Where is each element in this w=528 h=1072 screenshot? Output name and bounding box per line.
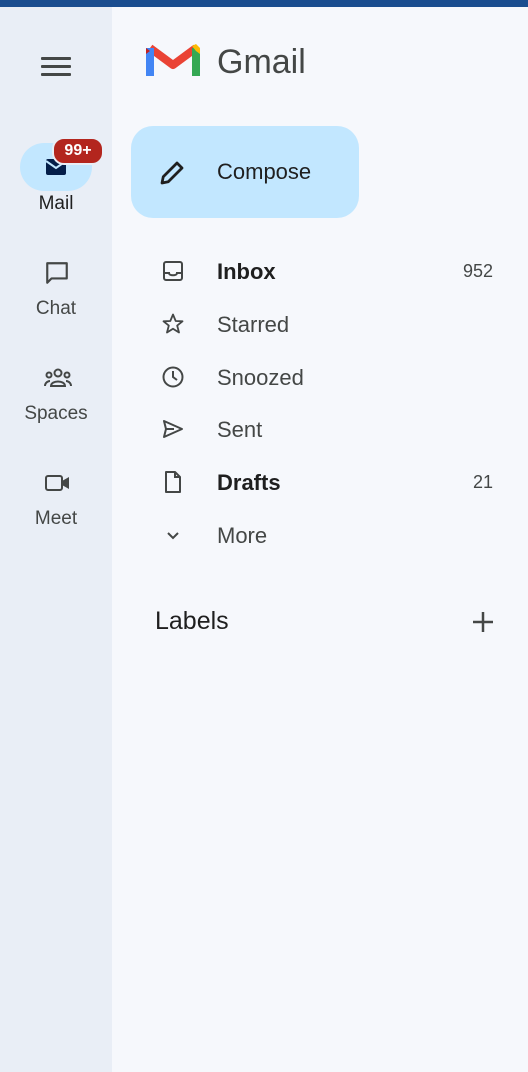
- nav-item-snoozed[interactable]: Snoozed: [131, 353, 511, 401]
- app-name: Gmail: [217, 43, 306, 81]
- nav-item-label: Inbox: [217, 259, 276, 284]
- spaces-icon: [44, 368, 72, 387]
- inbox-icon: [163, 261, 183, 281]
- main-menu-button[interactable]: [36, 51, 76, 83]
- rail-item-label: Chat: [35, 298, 77, 319]
- nav-item-label: Drafts: [217, 470, 281, 495]
- app-rail: 99+ Mail Chat Spaces Meet: [0, 7, 112, 1072]
- plus-icon: [473, 612, 493, 632]
- nav-item-more[interactable]: More: [131, 511, 511, 559]
- pencil-icon: [160, 161, 184, 185]
- nav-item-label: Sent: [217, 417, 263, 442]
- rail-item-mail[interactable]: 99+ Mail: [0, 137, 112, 215]
- rail-item-meet[interactable]: Meet: [0, 458, 112, 530]
- rail-item-label: Meet: [34, 508, 78, 529]
- nav-item-inbox[interactable]: Inbox 952: [131, 247, 511, 295]
- nav-item-starred[interactable]: Starred: [131, 300, 511, 348]
- nav-item-label: More: [217, 523, 268, 548]
- compose-button[interactable]: Compose: [131, 126, 359, 218]
- chevron-down-icon: [167, 532, 179, 540]
- compose-label: Compose: [217, 159, 312, 184]
- clock-icon: [162, 366, 184, 388]
- chat-icon: [46, 262, 68, 284]
- unread-badge: 99+: [52, 137, 104, 165]
- send-icon: [163, 420, 183, 438]
- star-icon: [162, 313, 184, 334]
- nav-item-sent[interactable]: Sent: [131, 405, 511, 453]
- labels-heading: Labels: [155, 607, 229, 635]
- rail-item-spaces[interactable]: Spaces: [0, 353, 112, 425]
- draft-icon: [165, 471, 181, 493]
- window-top-bar: [0, 0, 528, 7]
- rail-item-spaces-indicator: [20, 353, 92, 401]
- rail-item-label: Mail: [38, 193, 74, 214]
- create-label-button[interactable]: [468, 607, 498, 637]
- rail-item-chat[interactable]: Chat: [0, 248, 112, 320]
- meet-icon: [45, 475, 69, 491]
- nav-item-label: Snoozed: [217, 365, 304, 390]
- rail-item-meet-indicator: [20, 458, 92, 506]
- rail-item-mail-indicator: 99+: [20, 137, 104, 191]
- rail-item-label: Spaces: [24, 403, 88, 424]
- nav-item-label: Starred: [217, 312, 290, 337]
- nav-item-count: 952: [462, 261, 493, 281]
- gmail-logo-icon[interactable]: [146, 40, 200, 80]
- nav-item-count: 21: [472, 472, 493, 492]
- rail-item-chat-indicator: [20, 248, 92, 296]
- nav-item-drafts[interactable]: Drafts 21: [131, 458, 511, 506]
